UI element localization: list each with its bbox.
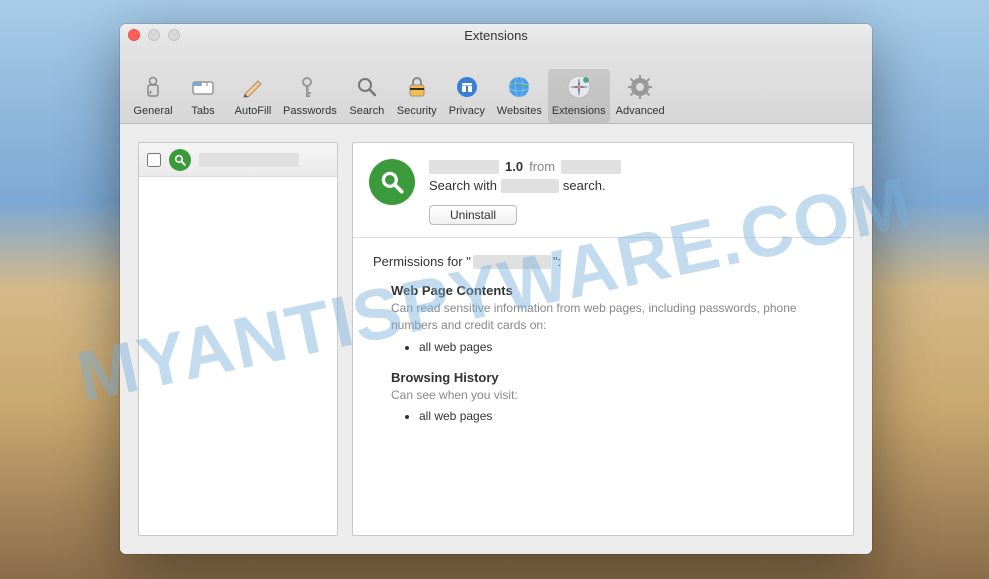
permissions-name-redacted [473, 255, 551, 269]
tab-advanced[interactable]: Advanced [612, 69, 669, 123]
tab-autofill[interactable]: AutoFill [229, 69, 277, 123]
extensions-icon [565, 73, 593, 101]
window-title: Extensions [120, 28, 872, 43]
tab-general[interactable]: General [129, 69, 177, 123]
window-controls [128, 29, 180, 41]
permissions-suffix: ": [553, 254, 561, 269]
extension-title-row: 1.0 from [429, 159, 837, 174]
permission-item: all web pages [419, 340, 833, 354]
content-area: 1.0 from Search with search. Uninstall P… [120, 124, 872, 554]
from-label: from [529, 159, 555, 174]
tab-label: Websites [497, 105, 542, 117]
tab-label: Privacy [449, 105, 485, 117]
tab-label: General [133, 105, 172, 117]
tab-security[interactable]: Security [393, 69, 441, 123]
extension-list-item[interactable] [139, 143, 337, 177]
tab-label: Extensions [552, 105, 606, 117]
extension-header-text: 1.0 from Search with search. Uninstall [429, 159, 837, 225]
tab-label: Search [349, 105, 384, 117]
permissions-section: Permissions for " ": Web Page Contents C… [353, 238, 853, 535]
tab-passwords[interactable]: Passwords [279, 69, 341, 123]
extension-header: 1.0 from Search with search. Uninstall [353, 143, 853, 238]
desc-name-redacted [501, 179, 559, 193]
titlebar: Extensions [120, 24, 872, 46]
permissions-title: Permissions for " ": [373, 254, 833, 269]
tab-label: Tabs [191, 105, 214, 117]
autofill-icon [239, 73, 267, 101]
tab-search[interactable]: Search [343, 69, 391, 123]
tab-tabs[interactable]: Tabs [179, 69, 227, 123]
tab-extensions[interactable]: Extensions [548, 69, 610, 123]
preferences-window: Extensions General Tabs AutoFill Passwor… [120, 24, 872, 554]
permission-group: Browsing History Can see when you visit:… [391, 370, 833, 424]
extension-version: 1.0 [505, 159, 523, 174]
extension-item-icon [169, 149, 191, 171]
extensions-list [138, 142, 338, 536]
extension-author-redacted [561, 160, 621, 174]
permission-group: Web Page Contents Can read sensitive inf… [391, 283, 833, 354]
extension-icon [369, 159, 415, 205]
permission-list: all web pages [419, 409, 833, 423]
general-icon [139, 73, 167, 101]
extension-name-redacted [199, 153, 299, 167]
toolbar: General Tabs AutoFill Passwords Search [120, 46, 872, 124]
tab-label: Passwords [283, 105, 337, 117]
passwords-icon [296, 73, 324, 101]
tab-privacy[interactable]: Privacy [443, 69, 491, 123]
desc-suffix: search. [563, 178, 606, 193]
minimize-button[interactable] [148, 29, 160, 41]
permission-description: Can read sensitive information from web … [391, 300, 833, 334]
tabs-icon [189, 73, 217, 101]
permission-description: Can see when you visit: [391, 387, 833, 404]
extension-enable-checkbox[interactable] [147, 153, 161, 167]
security-icon [403, 73, 431, 101]
search-icon [353, 73, 381, 101]
extension-description: Search with search. [429, 178, 837, 193]
permission-item: all web pages [419, 409, 833, 423]
permission-heading: Web Page Contents [391, 283, 833, 298]
maximize-button[interactable] [168, 29, 180, 41]
extension-name-redacted [429, 160, 499, 174]
tab-label: AutoFill [235, 105, 272, 117]
uninstall-button[interactable]: Uninstall [429, 205, 517, 225]
permission-list: all web pages [419, 340, 833, 354]
desc-prefix: Search with [429, 178, 497, 193]
permissions-prefix: Permissions for " [373, 254, 471, 269]
permission-heading: Browsing History [391, 370, 833, 385]
privacy-icon [453, 73, 481, 101]
tab-label: Security [397, 105, 437, 117]
tab-websites[interactable]: Websites [493, 69, 546, 123]
close-button[interactable] [128, 29, 140, 41]
advanced-icon [626, 73, 654, 101]
tab-label: Advanced [616, 105, 665, 117]
websites-icon [505, 73, 533, 101]
extension-detail: 1.0 from Search with search. Uninstall P… [352, 142, 854, 536]
